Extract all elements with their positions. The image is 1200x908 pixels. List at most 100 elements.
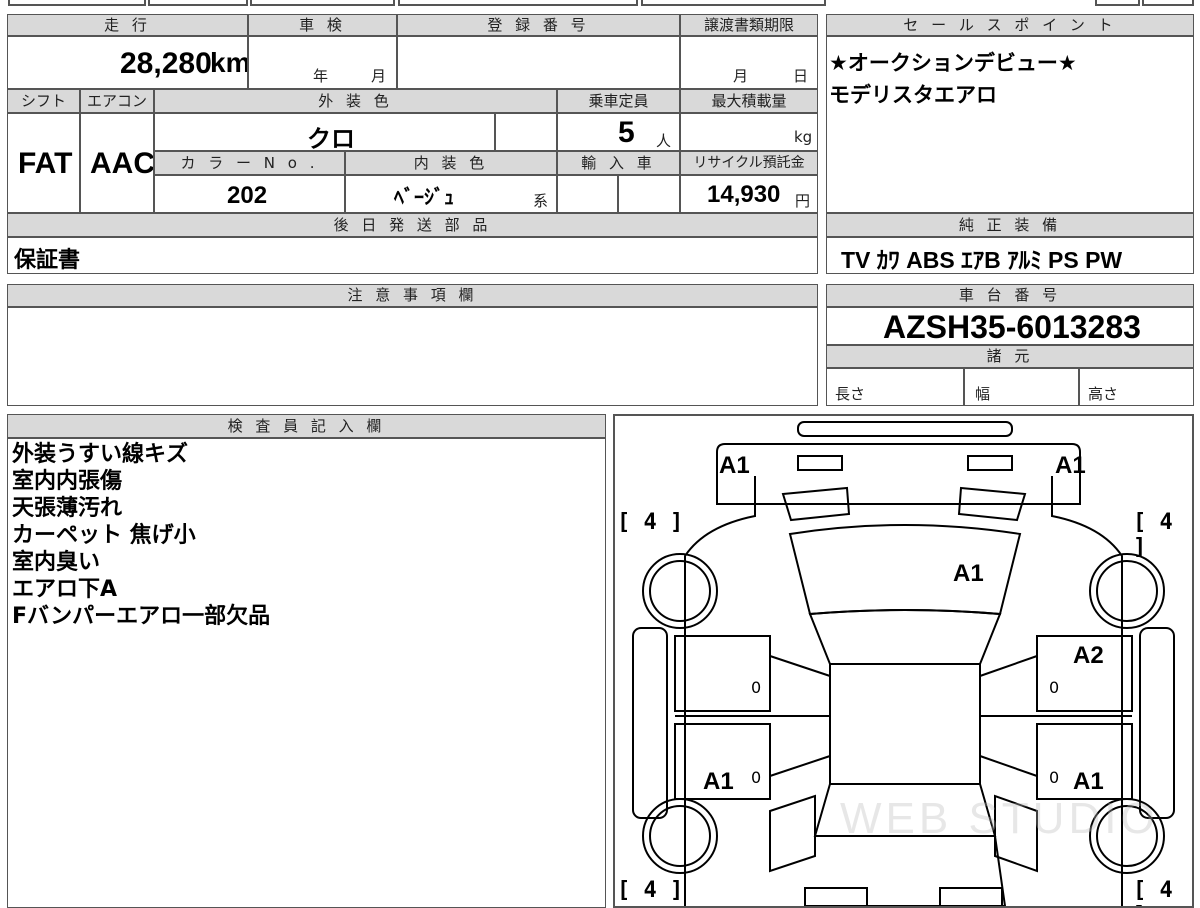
inspection-header: 車 検 bbox=[248, 14, 397, 36]
tire-tread-rr: [ 4 ] bbox=[1133, 878, 1173, 906]
damage-right-rear-door: A1 bbox=[1073, 768, 1104, 795]
recycle-header: リサイクル預託金 bbox=[680, 151, 818, 175]
aircon-header: エアコン bbox=[80, 89, 154, 113]
trunk-shape bbox=[805, 835, 1007, 906]
top-strip-segment bbox=[148, 0, 248, 6]
registration-cell bbox=[397, 36, 680, 89]
door-mark: 0 bbox=[751, 768, 762, 787]
import-cell-2 bbox=[618, 175, 680, 213]
roof-shape bbox=[829, 663, 981, 785]
interior-color-suffix: 系 bbox=[533, 192, 549, 210]
later-parts-header: 後 日 発 送 部 品 bbox=[7, 213, 818, 237]
chassis-no-value: AZSH35-6013283 bbox=[883, 309, 1141, 345]
damage-front-right: A1 bbox=[1055, 452, 1086, 479]
tire-tread-fr: [ 4 ] bbox=[1133, 510, 1173, 560]
inspector-note: Fバンパーエアロ一部欠品 bbox=[12, 604, 271, 629]
genuine-equipment-value: TV ｶﾜ ABS ｴｱB ｱﾙﾐ PS PW bbox=[841, 247, 1123, 273]
left-front-door-shape bbox=[674, 635, 771, 712]
damage-front-left: A1 bbox=[719, 452, 750, 479]
recycle-cell: 14,930 円 bbox=[680, 175, 818, 213]
headlight-right-shape bbox=[967, 455, 1013, 471]
registration-header: 登 録 番 号 bbox=[397, 14, 680, 36]
recycle-unit: 円 bbox=[795, 192, 811, 210]
tire-tread-fl: [ 4 ] bbox=[617, 510, 684, 535]
max-load-cell: kg bbox=[680, 113, 818, 151]
mileage-value: 28,280 bbox=[120, 47, 212, 80]
spec-length-cell: 長さ bbox=[826, 368, 964, 406]
inspector-note: エアロ下A bbox=[12, 577, 118, 602]
later-parts-cell: 保証書 bbox=[7, 237, 818, 274]
color-no-header: カ ラ ー N o . bbox=[154, 151, 345, 175]
aircon-value: AAC bbox=[90, 147, 154, 180]
specs-header: 諸 元 bbox=[826, 345, 1194, 368]
door-mark: 0 bbox=[1049, 678, 1060, 697]
top-strip-segment bbox=[398, 0, 638, 6]
sales-point-cell: ★オークションデビュー★ モデリスタエアロ bbox=[826, 36, 1194, 213]
inspection-year: 年 bbox=[313, 67, 329, 85]
inspection-month: 月 bbox=[371, 67, 387, 85]
headlight-left-shape bbox=[797, 455, 843, 471]
shift-value: FAT bbox=[18, 147, 73, 180]
spec-width-label: 幅 bbox=[975, 385, 991, 403]
mileage-cell: 28,280 km bbox=[7, 36, 248, 89]
door-mark: 0 bbox=[1049, 768, 1060, 787]
interior-color-header: 内 装 色 bbox=[345, 151, 557, 175]
deadline-day: 日 bbox=[793, 67, 809, 85]
inspector-note: カーペット 焦げ小 bbox=[12, 523, 196, 548]
tire-fl-shape bbox=[642, 553, 718, 629]
exterior-color-value: クロ bbox=[307, 126, 355, 151]
damage-left-rear-door: A1 bbox=[703, 768, 734, 795]
front-bumper-shape bbox=[797, 421, 1013, 437]
spec-width-cell: 幅 bbox=[964, 368, 1079, 406]
shift-header: シフト bbox=[7, 89, 80, 113]
door-mark: 0 bbox=[751, 678, 762, 697]
spec-height-cell: 高さ bbox=[1079, 368, 1194, 406]
spec-height-label: 高さ bbox=[1088, 385, 1119, 403]
mileage-header: 走 行 bbox=[7, 14, 248, 36]
genuine-equipment-cell: TV ｶﾜ ABS ｴｱB ｱﾙﾐ PS PW bbox=[826, 237, 1194, 274]
top-strip-segment bbox=[641, 0, 826, 6]
max-load-header: 最大積載量 bbox=[680, 89, 818, 113]
capacity-value: 5 bbox=[618, 116, 635, 149]
damage-hood: A1 bbox=[953, 560, 984, 587]
chassis-no-cell: AZSH35-6013283 bbox=[826, 307, 1194, 345]
import-header: 輸 入 車 bbox=[557, 151, 680, 175]
inspector-note: 天張薄汚れ bbox=[12, 496, 123, 521]
max-load-unit: kg bbox=[794, 128, 813, 146]
mileage-unit: km bbox=[210, 47, 248, 78]
color-no-value: 202 bbox=[227, 182, 268, 209]
transfer-deadline-header: 譲渡書類期限 bbox=[680, 14, 818, 36]
sales-point-line: ★オークションデビュー★ bbox=[829, 51, 1077, 75]
import-cell bbox=[557, 175, 618, 213]
inspector-notes-cell: 外装うすい線キズ 室内内張傷 天張薄汚れ カーペット 焦げ小 室内臭い エアロ下… bbox=[7, 438, 606, 908]
capacity-cell: 5 人 bbox=[557, 113, 680, 151]
inspector-header: 検 査 員 記 入 欄 bbox=[7, 414, 606, 438]
genuine-equipment-header: 純 正 装 備 bbox=[826, 213, 1194, 237]
sales-point-header: セ ー ル ス ポ イ ン ト bbox=[826, 14, 1194, 36]
sales-point-line: モデリスタエアロ bbox=[829, 83, 997, 107]
inspector-note: 室内臭い bbox=[12, 550, 101, 575]
recycle-value: 14,930 bbox=[707, 181, 781, 208]
aircon-cell: AAC bbox=[80, 113, 154, 213]
inspection-cell: 年 月 bbox=[248, 36, 397, 89]
color-no-cell: 202 bbox=[154, 175, 345, 213]
exterior-color-cell: クロ bbox=[154, 113, 495, 151]
exterior-color-header: 外 装 色 bbox=[154, 89, 557, 113]
windshield-shape bbox=[808, 609, 1002, 665]
chassis-no-header: 車 台 番 号 bbox=[826, 284, 1194, 307]
exterior-color-extra-cell bbox=[495, 113, 557, 151]
hood-shape bbox=[788, 524, 1022, 616]
top-strip-segment bbox=[1142, 0, 1194, 6]
cautions-cell bbox=[7, 307, 818, 406]
inspector-note: 外装うすい線キズ bbox=[12, 442, 189, 467]
damage-right-front-door: A2 bbox=[1073, 642, 1104, 669]
cautions-header: 注 意 事 項 欄 bbox=[7, 284, 818, 307]
capacity-header: 乗車定員 bbox=[557, 89, 680, 113]
tire-tread-rl: [ 4 ] bbox=[617, 878, 684, 903]
top-strip-segment bbox=[1095, 0, 1140, 6]
capacity-unit: 人 bbox=[656, 132, 672, 150]
inspector-note: 室内内張傷 bbox=[12, 469, 123, 494]
interior-color-cell: ﾍﾞｰｼﾞｭ 系 bbox=[345, 175, 557, 213]
tire-fr-shape bbox=[1089, 553, 1165, 629]
shift-cell: FAT bbox=[7, 113, 80, 213]
